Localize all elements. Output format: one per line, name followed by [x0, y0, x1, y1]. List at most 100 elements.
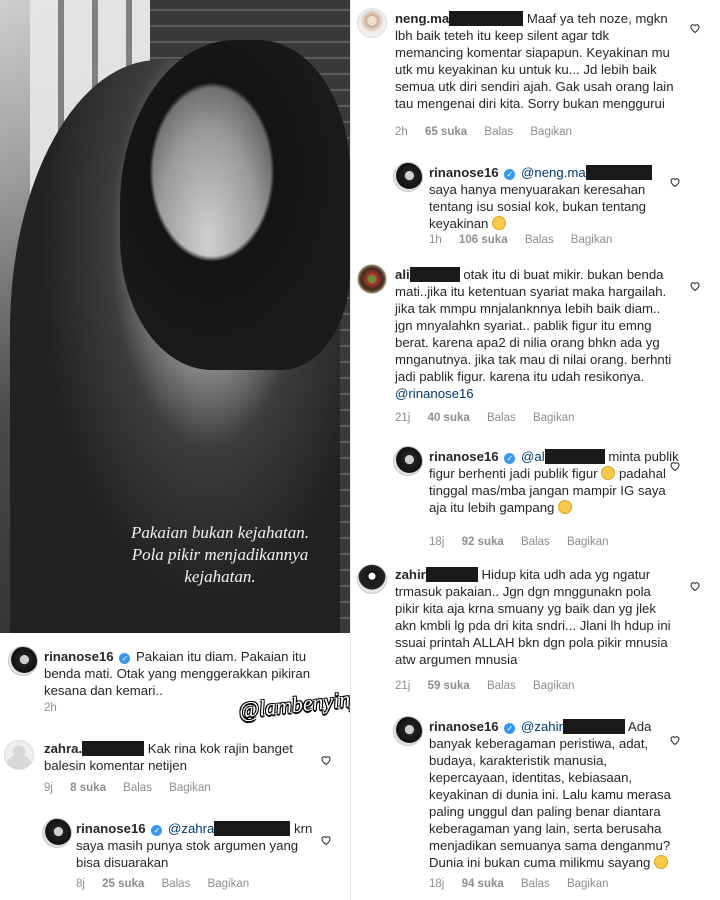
heart-icon[interactable] — [669, 460, 681, 472]
timestamp: 18j — [429, 878, 445, 890]
comment-ali: ali otak itu di buat mikir. bukan benda … — [351, 258, 720, 428]
verified-badge-icon: ✓ — [151, 825, 163, 836]
timestamp: 2h — [395, 126, 408, 138]
username[interactable]: rinanose16 — [76, 821, 146, 836]
redaction-bar — [585, 165, 652, 180]
comment-text: otak itu di buat mikir. bukan — [463, 267, 624, 282]
timestamp: 21j — [395, 412, 411, 424]
heart-icon[interactable] — [689, 280, 701, 292]
avatar[interactable] — [393, 446, 423, 476]
timestamp: 21j — [395, 680, 411, 692]
comment-text: Hidup kita udh ada yg — [481, 567, 610, 582]
comment-text: minta — [608, 449, 641, 464]
verified-badge-icon: ✓ — [119, 653, 131, 664]
avatar[interactable] — [42, 818, 72, 848]
like-count[interactable]: 92 suka — [462, 536, 504, 548]
heart-icon[interactable] — [689, 22, 701, 34]
reply-button[interactable]: Balas — [521, 536, 550, 548]
photo-quote-line: Pakaian bukan kejahatan. — [131, 523, 309, 542]
reply-button[interactable]: Balas — [123, 782, 152, 794]
like-count[interactable]: 59 suka — [428, 680, 470, 692]
redaction-bar — [425, 567, 478, 582]
avatar[interactable] — [357, 264, 387, 294]
like-count[interactable]: 65 suka — [425, 126, 467, 138]
share-button[interactable]: Bagikan — [567, 878, 609, 890]
avatar[interactable] — [4, 740, 34, 770]
heart-icon[interactable] — [320, 834, 332, 846]
comment-text: Ada — [627, 719, 652, 734]
avatar[interactable] — [393, 716, 423, 746]
reply-button[interactable]: Balas — [484, 126, 513, 138]
mention-link[interactable]: @al — [521, 449, 545, 464]
redaction-bar — [214, 821, 291, 836]
avatar[interactable] — [393, 162, 423, 192]
like-count[interactable]: 94 suka — [462, 878, 504, 890]
reply-button[interactable]: Balas — [521, 878, 550, 890]
username[interactable]: zahir — [395, 567, 426, 582]
redaction-bar — [562, 719, 625, 734]
redaction-bar — [409, 267, 460, 282]
photo-quote: Pakaian bukan kejahatan. Pola pikir menj… — [100, 522, 340, 588]
share-button[interactable]: Bagikan — [533, 412, 575, 424]
left-panel: Pakaian bukan kejahatan. Pola pikir menj… — [0, 0, 376, 900]
timestamp: 1h — [429, 234, 442, 246]
comment-zahir: zahir Hidup kita udh ada yg ngatur trmas… — [351, 558, 720, 698]
username[interactable]: rinanose16 — [429, 165, 499, 180]
like-count[interactable]: 106 suka — [459, 234, 508, 246]
redaction-bar — [544, 449, 605, 464]
emoji-icon — [558, 500, 573, 514]
share-button[interactable]: Bagikan — [567, 536, 609, 548]
heart-icon[interactable] — [320, 754, 332, 766]
comment-text: benda mati..jika itu ketentuan syariat m… — [395, 267, 672, 384]
comment-text: Maaf ya teh noze, — [526, 11, 632, 26]
share-button[interactable]: Bagikan — [169, 782, 211, 794]
avatar[interactable] — [357, 8, 387, 38]
comment-reply-rina: rinanose16 ✓ @zahir Ada banyak keberagam… — [351, 710, 720, 900]
comment-neng: neng.ma Maaf ya teh noze, mgkn lbh baik … — [351, 0, 720, 150]
comment-text: saya hanya menyuarakan keresahan tentang… — [429, 182, 647, 231]
comment-text: krn — [294, 821, 313, 836]
avatar[interactable] — [8, 646, 38, 676]
mention-link[interactable]: @rinanose16 — [395, 386, 474, 401]
username[interactable]: zahra. — [44, 741, 82, 756]
like-count[interactable]: 25 suka — [102, 878, 144, 890]
heart-icon[interactable] — [689, 580, 701, 592]
comment-text: banyak keberagaman peristiwa, adat, buda… — [429, 736, 671, 870]
comment-reply-rina: rinanose16 ✓ @neng.ma saya hanya menyuar… — [351, 156, 720, 254]
photo-quote-line: Pola pikir menjadikannya — [131, 545, 309, 564]
share-button[interactable]: Bagikan — [571, 234, 613, 246]
like-count[interactable]: 40 suka — [428, 412, 470, 424]
mention-link[interactable]: @neng.ma — [521, 165, 586, 180]
redaction-bar — [449, 11, 524, 26]
heart-icon[interactable] — [669, 176, 681, 188]
share-button[interactable]: Bagikan — [530, 126, 572, 138]
reply-button[interactable]: Balas — [487, 680, 516, 692]
mention-link[interactable]: @zahir — [521, 719, 563, 734]
mention-link[interactable]: @zahra — [168, 821, 214, 836]
comment-text: saya masih punya stok argumen yang bisa … — [76, 838, 299, 870]
emoji-icon — [492, 216, 507, 230]
username[interactable]: rinanose16 — [429, 449, 499, 464]
timestamp: 2h — [44, 702, 57, 714]
reply-button[interactable]: Balas — [525, 234, 554, 246]
photo-hair — [120, 40, 350, 370]
comment-reply-rina: rinanose16 ✓ @zahra krn saya masih punya… — [0, 812, 350, 900]
verified-badge-icon: ✓ — [504, 453, 516, 464]
post-photo: Pakaian bukan kejahatan. Pola pikir menj… — [0, 0, 350, 633]
heart-icon[interactable] — [669, 734, 681, 746]
comment-text: mgkn lbh baik teteh itu keep silent agar… — [395, 11, 674, 111]
username[interactable]: neng.ma — [395, 11, 449, 26]
share-button[interactable]: Bagikan — [533, 680, 575, 692]
timestamp: 8j — [76, 878, 85, 890]
username[interactable]: rinanose16 — [429, 719, 499, 734]
username[interactable]: rinanose16 — [44, 649, 114, 664]
emoji-icon — [654, 855, 669, 869]
share-button[interactable]: Bagikan — [208, 878, 250, 890]
like-count[interactable]: 8 suka — [70, 782, 106, 794]
username[interactable]: ali — [395, 267, 410, 282]
verified-badge-icon: ✓ — [504, 723, 516, 734]
reply-button[interactable]: Balas — [487, 412, 516, 424]
verified-badge-icon: ✓ — [504, 169, 516, 180]
reply-button[interactable]: Balas — [162, 878, 191, 890]
avatar[interactable] — [357, 564, 387, 594]
